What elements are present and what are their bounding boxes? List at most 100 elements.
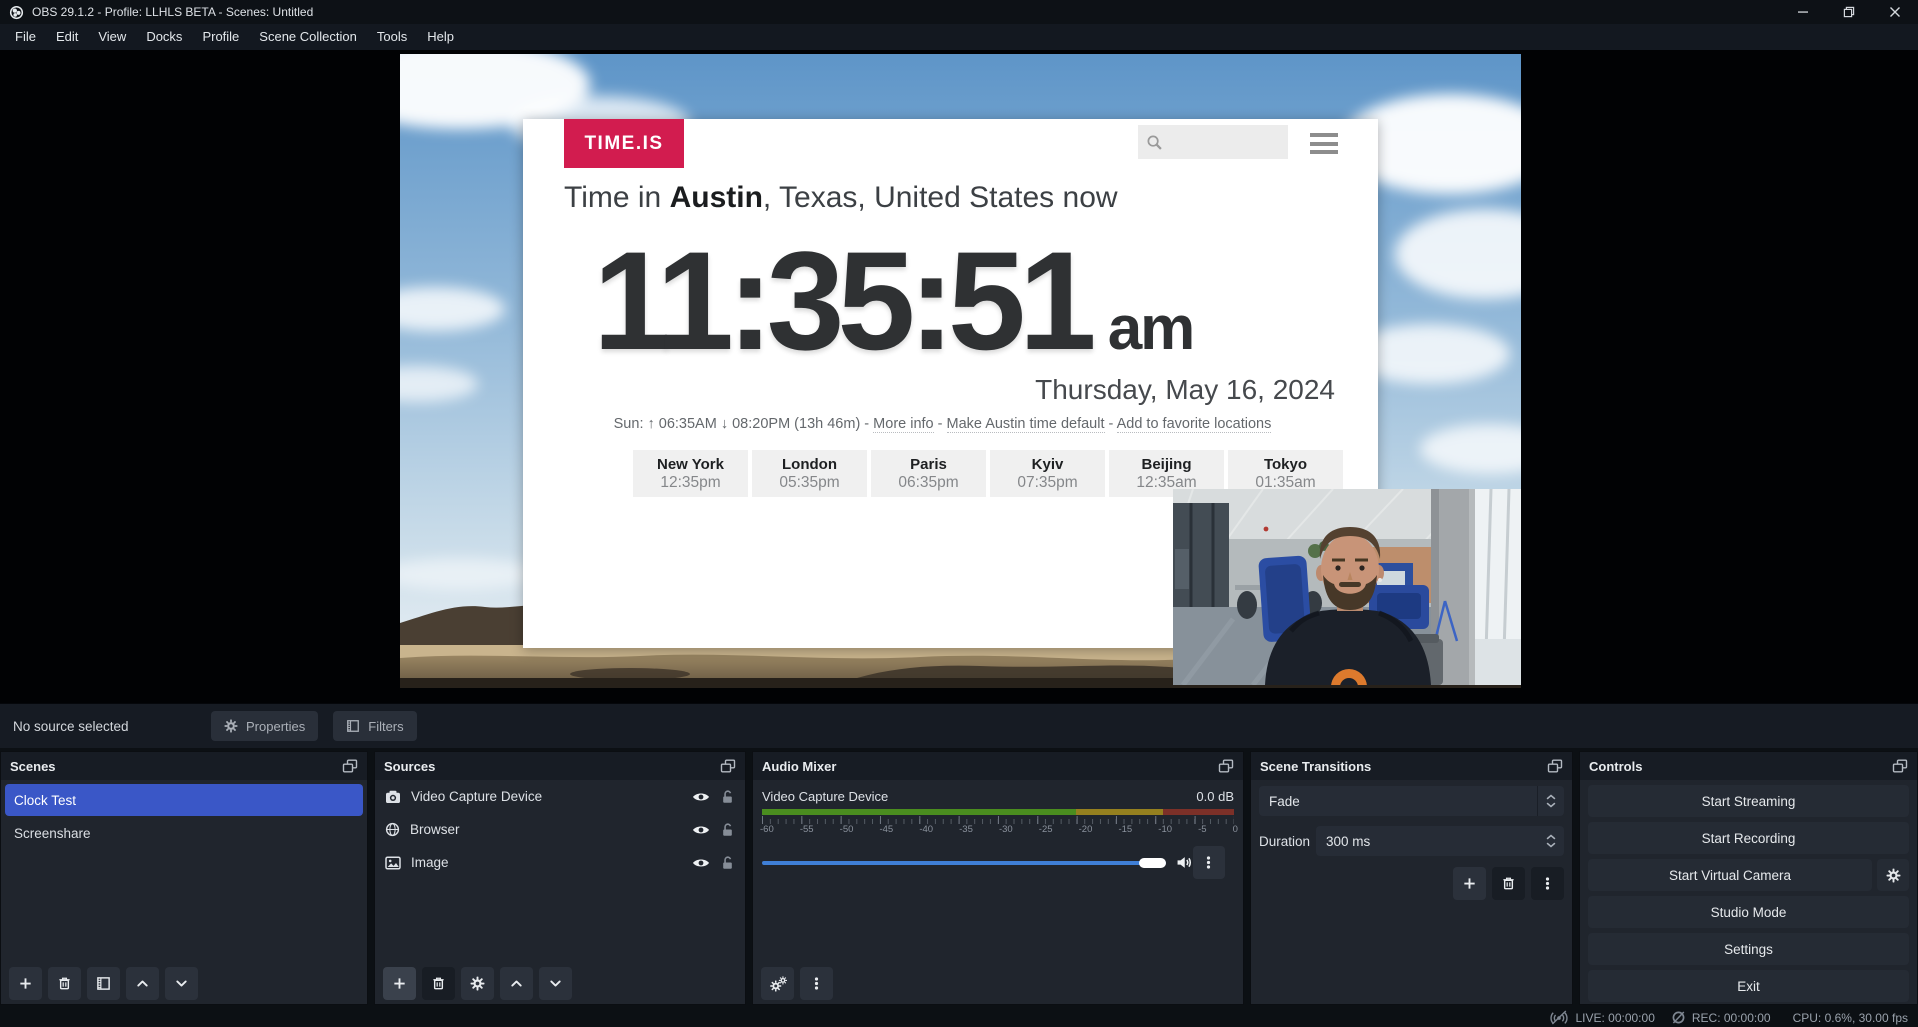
restore-icon: [1843, 6, 1855, 18]
transition-options-button[interactable]: [1531, 867, 1564, 900]
kebab-dots-icon: [809, 976, 824, 991]
audio-mixer-title: Audio Mixer: [762, 759, 836, 774]
audio-mixer-panel: Audio Mixer Video Capture Device 0.0 dB …: [752, 751, 1244, 1005]
source-item-browser[interactable]: Browser: [375, 813, 745, 846]
start-virtual-camera-button[interactable]: Start Virtual Camera: [1588, 859, 1872, 891]
filters-button[interactable]: Filters: [333, 711, 416, 741]
volume-slider[interactable]: [762, 861, 1166, 865]
transition-select-spinner[interactable]: [1537, 786, 1564, 816]
menu-edit[interactable]: Edit: [46, 24, 88, 50]
channel-options-button[interactable]: [1193, 846, 1225, 879]
source-move-up-button[interactable]: [500, 967, 533, 1000]
add-transition-button[interactable]: [1453, 867, 1486, 900]
popout-icon[interactable]: [1547, 759, 1563, 773]
live-inactive-icon: [1549, 1010, 1569, 1025]
add-source-button[interactable]: [383, 967, 416, 1000]
scene-canvas[interactable]: TIME.IS Time in Austin, Texas, United St…: [400, 54, 1521, 688]
duration-spinbox[interactable]: 300 ms: [1316, 826, 1564, 856]
window-title: OBS 29.1.2 - Profile: LLHLS BETA - Scene…: [32, 5, 313, 19]
exit-button[interactable]: Exit: [1588, 970, 1909, 1002]
menu-view[interactable]: View: [88, 24, 136, 50]
mixer-options-button[interactable]: [800, 967, 833, 1000]
source-status-label: No source selected: [13, 719, 211, 734]
restore-button[interactable]: [1826, 0, 1872, 24]
minimize-button[interactable]: [1780, 0, 1826, 24]
lock-open-icon[interactable]: [720, 789, 735, 804]
double-gear-icon: [769, 976, 787, 992]
properties-button[interactable]: Properties: [211, 711, 318, 741]
add-favorite-link: Add to favorite locations: [1117, 416, 1272, 433]
duration-spinner[interactable]: [1537, 826, 1564, 856]
popout-icon[interactable]: [1218, 759, 1234, 773]
source-move-down-button[interactable]: [539, 967, 572, 1000]
popout-icon[interactable]: [342, 759, 358, 773]
scene-transitions-title: Scene Transitions: [1260, 759, 1371, 774]
remove-transition-button[interactable]: [1492, 867, 1525, 900]
start-streaming-button[interactable]: Start Streaming: [1588, 785, 1909, 817]
cpu-fps-stats: CPU: 0.6%, 30.00 fps: [1793, 1011, 1908, 1025]
gear-icon: [1886, 868, 1901, 883]
menu-docks[interactable]: Docks: [136, 24, 192, 50]
meridiem: am: [1108, 293, 1194, 364]
image-icon: [385, 856, 401, 870]
dock-row: Scenes Clock Test Screenshare Sources Vi…: [0, 748, 1918, 1008]
more-info-link: More info: [873, 416, 933, 433]
sources-panel: Sources Video Capture Device Browser Ima…: [374, 751, 746, 1005]
menu-file[interactable]: File: [5, 24, 46, 50]
visibility-eye-icon[interactable]: [692, 824, 710, 836]
popout-icon[interactable]: [720, 759, 736, 773]
close-icon: [1889, 6, 1901, 18]
scene-move-down-button[interactable]: [165, 967, 198, 1000]
source-item-video-capture[interactable]: Video Capture Device: [375, 780, 745, 813]
caret-up-icon: [1546, 834, 1556, 840]
preview-area: TIME.IS Time in Austin, Texas, United St…: [0, 50, 1918, 703]
world-clock-london: London05:35pm: [752, 450, 867, 497]
filter-icon: [346, 719, 360, 733]
rec-timer: REC: 00:00:00: [1692, 1011, 1771, 1025]
settings-button[interactable]: Settings: [1588, 933, 1909, 965]
scene-move-up-button[interactable]: [126, 967, 159, 1000]
close-button[interactable]: [1872, 0, 1918, 24]
add-scene-button[interactable]: [9, 967, 42, 1000]
virtual-camera-settings-button[interactable]: [1877, 859, 1909, 891]
visibility-eye-icon[interactable]: [692, 791, 710, 803]
start-recording-button[interactable]: Start Recording: [1588, 822, 1909, 854]
gear-icon: [470, 976, 485, 991]
studio-mode-button[interactable]: Studio Mode: [1588, 896, 1909, 928]
chevron-up-icon: [135, 976, 150, 991]
current-date: Thursday, May 16, 2024: [1035, 374, 1335, 406]
status-bar: LIVE: 00:00:00 REC: 00:00:00 CPU: 0.6%, …: [0, 1008, 1918, 1027]
scene-item-clock-test[interactable]: Clock Test: [5, 784, 363, 816]
lock-open-icon[interactable]: [720, 855, 735, 870]
menu-help[interactable]: Help: [417, 24, 464, 50]
source-properties-button[interactable]: [461, 967, 494, 1000]
current-time: 11:35:51: [593, 231, 1090, 371]
globe-icon: [385, 822, 400, 837]
volume-slider-handle[interactable]: [1139, 858, 1166, 868]
scene-filters-button[interactable]: [87, 967, 120, 1000]
speaker-icon[interactable]: [1176, 855, 1193, 870]
sun-info-line: Sun: ↑ 06:35AM ↓ 08:20PM (13h 46m) - Mor…: [523, 416, 1362, 432]
timeis-headline: Time in Austin, Texas, United States now: [564, 181, 1118, 215]
advanced-audio-button[interactable]: [761, 967, 794, 1000]
menu-tools[interactable]: Tools: [367, 24, 417, 50]
trash-icon: [57, 976, 72, 991]
live-timer: LIVE: 00:00:00: [1575, 1011, 1654, 1025]
kebab-dots-icon: [1540, 876, 1555, 891]
remove-scene-button[interactable]: [48, 967, 81, 1000]
timeis-logo: TIME.IS: [564, 119, 684, 168]
remove-source-button[interactable]: [422, 967, 455, 1000]
webcam-video-source[interactable]: [1173, 489, 1521, 685]
transition-select[interactable]: Fade: [1259, 786, 1564, 816]
scene-item-screenshare[interactable]: Screenshare: [1, 820, 367, 846]
camera-icon: [385, 790, 401, 804]
search-icon: [1146, 134, 1163, 151]
menu-profile[interactable]: Profile: [192, 24, 249, 50]
selected-source-toolbar: No source selected Properties Filters: [0, 703, 1918, 748]
lock-open-icon[interactable]: [720, 822, 735, 837]
source-item-image[interactable]: Image: [375, 846, 745, 879]
popout-icon[interactable]: [1892, 759, 1908, 773]
visibility-eye-icon[interactable]: [692, 857, 710, 869]
trash-icon: [431, 976, 446, 991]
menu-scene-collection[interactable]: Scene Collection: [249, 24, 367, 50]
